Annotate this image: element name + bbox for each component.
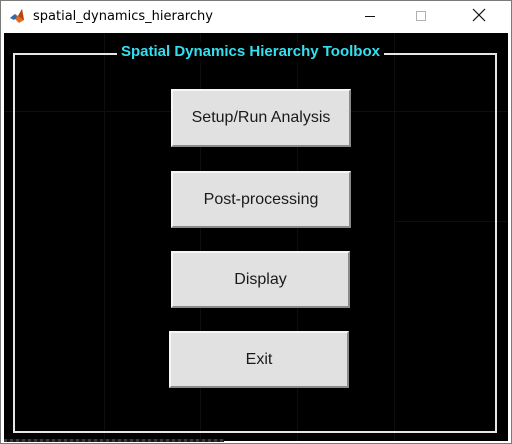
matlab-icon [9, 8, 25, 24]
close-icon [472, 7, 486, 26]
display-button[interactable]: Display [171, 251, 350, 308]
maximize-icon [415, 7, 427, 26]
panel-title: Spatial Dynamics Hierarchy Toolbox [117, 42, 384, 62]
figure-area: Spatial Dynamics Hierarchy Toolbox Setup… [4, 33, 508, 441]
maximize-button[interactable] [398, 1, 444, 32]
app-window: spatial_dynamics_hierarchy Spatial Dynam… [0, 0, 512, 444]
exit-button[interactable]: Exit [169, 331, 349, 388]
close-button[interactable] [456, 1, 502, 32]
bottom-edge-artifact [4, 439, 224, 442]
title-bar[interactable]: spatial_dynamics_hierarchy [1, 1, 511, 33]
post-processing-button[interactable]: Post-processing [171, 171, 351, 228]
setup-run-analysis-button[interactable]: Setup/Run Analysis [171, 89, 351, 147]
window-title: spatial_dynamics_hierarchy [33, 9, 213, 24]
minimize-button[interactable] [347, 1, 393, 32]
minimize-icon [364, 7, 376, 26]
